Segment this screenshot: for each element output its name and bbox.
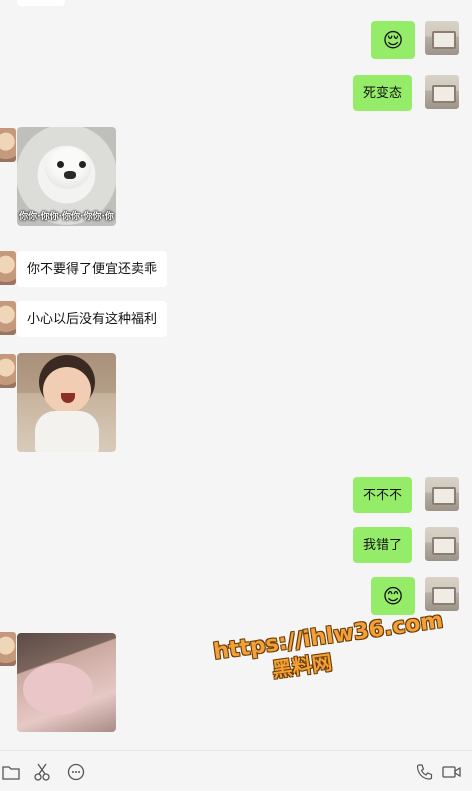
baby-photo[interactable]	[17, 633, 116, 732]
folder-icon[interactable]	[1, 763, 21, 781]
outgoing-text-bubble[interactable]: 不不不	[353, 477, 413, 513]
incoming-text-bubble[interactable]: 你不要得了便宜还卖乖	[17, 251, 168, 287]
sticker-caption: 你你·你你·你你·你你·你	[19, 212, 114, 222]
laughing-kid-photo[interactable]	[17, 353, 116, 452]
chat-history[interactable]: 😌 死变态 你你·你你·你你·你你·你 你不要得了便宜还卖乖 小心以后没有这种福…	[0, 0, 472, 750]
my-avatar[interactable]	[425, 21, 459, 55]
relieved-face-emoji: 😌	[382, 28, 404, 52]
dog-nose	[64, 171, 76, 179]
dog-face	[45, 147, 91, 189]
dog-eye	[57, 161, 64, 168]
my-avatar[interactable]	[425, 75, 459, 109]
outgoing-emoji-bubble[interactable]: 😊	[371, 577, 415, 615]
dog-eye	[79, 161, 86, 168]
my-avatar[interactable]	[425, 577, 459, 611]
phone-icon[interactable]	[415, 763, 435, 781]
dog-sticker-image[interactable]: 你你·你你·你你·你你·你	[17, 127, 116, 226]
contact-avatar[interactable]	[0, 632, 16, 666]
my-avatar[interactable]	[425, 477, 459, 511]
contact-avatar[interactable]	[0, 251, 16, 285]
chat-bubble-icon[interactable]	[66, 763, 86, 781]
outgoing-text-bubble[interactable]: 死变态	[353, 75, 413, 111]
contact-avatar[interactable]	[0, 301, 16, 335]
incoming-text-bubble[interactable]	[17, 0, 65, 6]
incoming-text-bubble[interactable]: 小心以后没有这种福利	[17, 301, 168, 337]
smiling-face-emoji: 😊	[382, 584, 404, 608]
watermark: https://ihlw36.com 黑料网	[208, 608, 453, 691]
kid-body	[35, 411, 99, 452]
video-call-icon[interactable]	[442, 763, 462, 781]
kid-head	[43, 367, 91, 413]
contact-avatar[interactable]	[0, 128, 16, 162]
scissors-icon[interactable]	[33, 763, 53, 781]
my-avatar[interactable]	[425, 527, 459, 561]
contact-avatar[interactable]	[0, 354, 16, 388]
baby-figure	[23, 663, 93, 715]
chat-toolbar	[0, 750, 472, 791]
outgoing-emoji-bubble[interactable]: 😌	[371, 21, 415, 59]
outgoing-text-bubble[interactable]: 我错了	[353, 527, 413, 563]
